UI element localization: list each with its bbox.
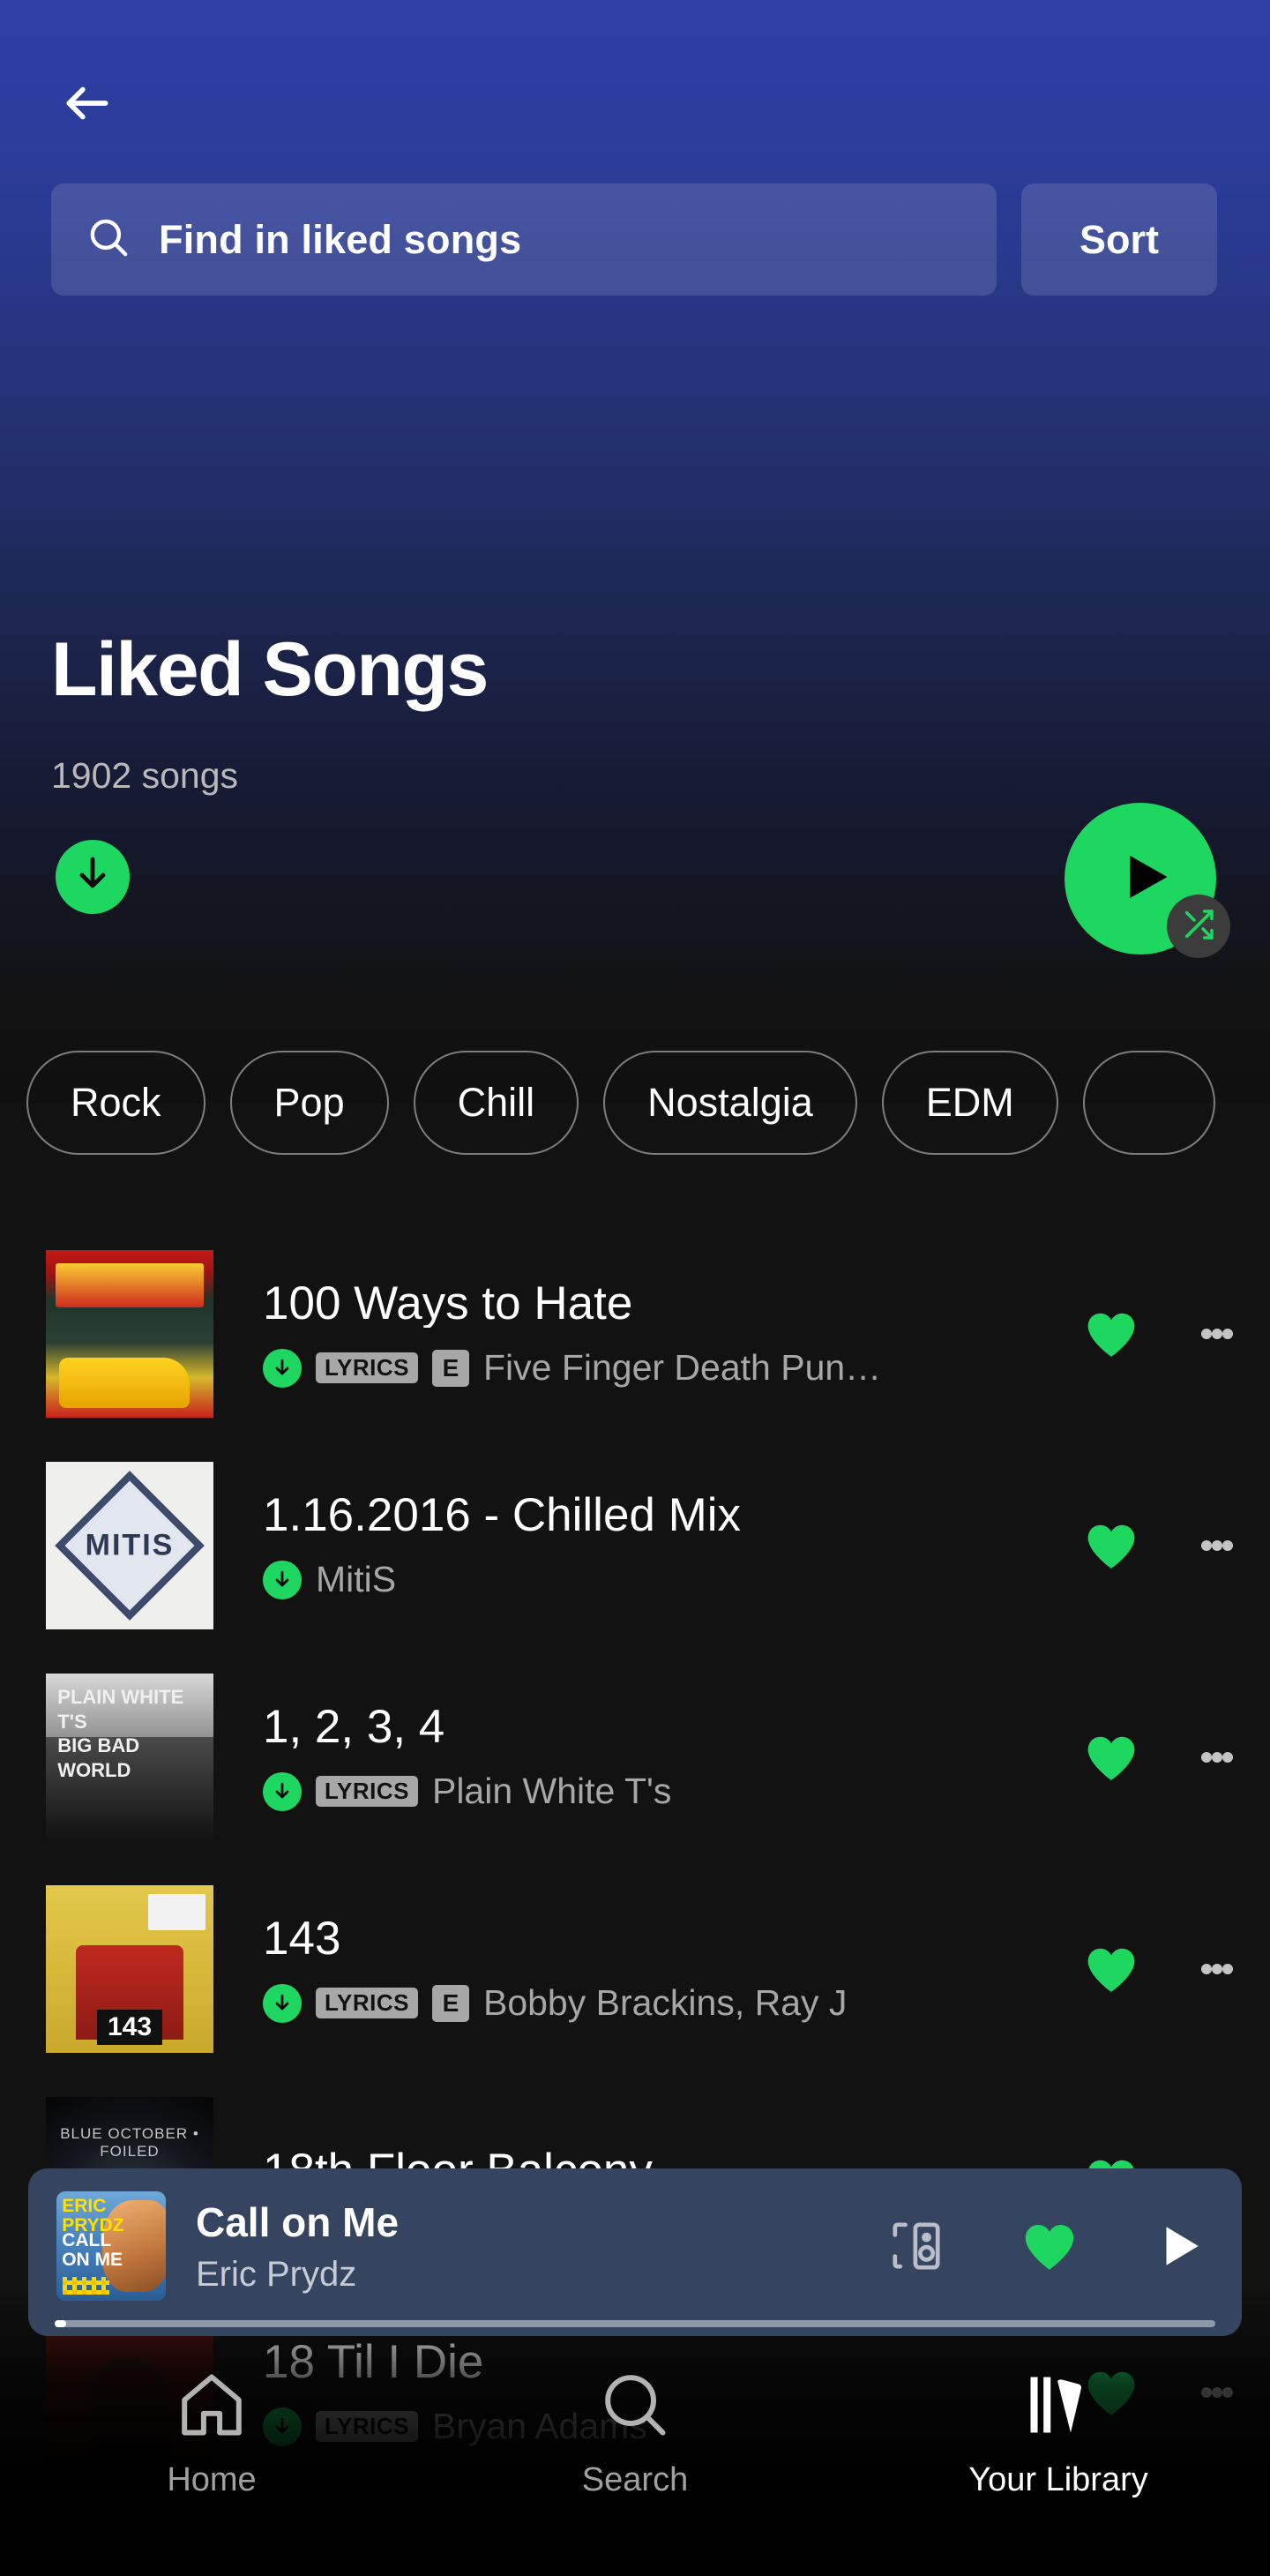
downloaded-icon <box>263 1348 302 1388</box>
now-playing-play-button[interactable] <box>1154 2218 1205 2274</box>
filter-chip-pop[interactable]: Pop <box>229 1051 389 1155</box>
track-subline: LYRICS E Five Finger Death Pun… <box>263 1347 1058 1389</box>
track-more-button[interactable] <box>1164 1323 1270 1344</box>
library-icon <box>1021 2368 1095 2442</box>
track-title: 100 Ways to Hate <box>263 1278 633 1329</box>
track-more-button[interactable] <box>1164 1535 1270 1556</box>
like-button[interactable] <box>1058 1732 1164 1783</box>
track-more-button[interactable] <box>1164 1747 1270 1768</box>
track-subline: LYRICS E Bobby Brackins, Ray J <box>263 1982 1058 2024</box>
home-icon <box>175 2368 249 2442</box>
shuffle-icon <box>1181 907 1216 947</box>
track-meta: 143 LYRICS E Bobby Brackins, Ray J <box>263 1914 1058 2025</box>
sort-button[interactable]: Sort <box>1021 183 1217 296</box>
shuffle-button[interactable] <box>1167 895 1230 958</box>
downloaded-icon <box>263 1560 302 1599</box>
nav-item-your-library[interactable]: Your Library <box>847 2368 1270 2499</box>
track-meta: 1, 2, 3, 4 LYRICS Plain White T's <box>263 1703 1058 1813</box>
like-button[interactable] <box>1058 1520 1164 1571</box>
track-row[interactable]: 143 143 LYRICS E Bobby Brackins, Ray J <box>0 1863 1270 2075</box>
nav-item-search[interactable]: Search <box>423 2368 847 2499</box>
bottom-navigation: Home Search Your Library <box>0 2345 1270 2576</box>
downloaded-icon <box>263 1771 302 1811</box>
track-meta: 100 Ways to Hate LYRICS E Five Finger Death… <box>263 1279 1058 1389</box>
filter-chip-rock[interactable]: Rock <box>26 1051 205 1155</box>
back-arrow-icon <box>60 76 115 131</box>
track-title: 1, 2, 3, 4 <box>263 1702 445 1752</box>
search-sort-row: Find in liked songs Sort <box>51 183 1217 296</box>
track-row[interactable]: MITIS 1.16.2016 - Chilled Mix MitiS <box>0 1440 1270 1651</box>
track-artist: Bobby Brackins, Ray J <box>482 1982 848 2024</box>
now-playing-bar[interactable]: ERIC PRYDZ CALL ON ME Call on Me Eric Pryd… <box>28 2168 1242 2336</box>
track-more-button[interactable] <box>1164 1958 1270 1980</box>
explicit-badge: E <box>431 1984 469 2022</box>
track-subline: MitiS <box>263 1559 1058 1600</box>
now-playing-progress-fill <box>55 2320 67 2327</box>
album-art: 143 <box>46 1885 213 2053</box>
nav-label-search: Search <box>581 2461 689 2498</box>
filter-chip-nostalgia[interactable]: Nostalgia <box>603 1051 857 1155</box>
track-artist: Five Finger Death Pun… <box>482 1347 882 1389</box>
track-subline: LYRICS Plain White T's <box>263 1771 1058 1812</box>
track-meta: 1.16.2016 - Chilled Mix MitiS <box>263 1491 1058 1601</box>
spotify-liked-songs-screen: Find in liked songs Sort Liked Songs 190… <box>0 0 1270 2576</box>
like-button[interactable] <box>1058 1308 1164 1359</box>
filter-chip-edm[interactable]: EDM <box>881 1051 1058 1155</box>
lyrics-badge: LYRICS <box>316 1776 418 1808</box>
back-button[interactable] <box>39 55 136 152</box>
sort-label: Sort <box>1080 216 1159 262</box>
search-placeholder: Find in liked songs <box>159 216 522 262</box>
track-row[interactable]: 100 Ways to Hate LYRICS E Five Finger Death… <box>0 1228 1270 1440</box>
now-playing-album-art: ERIC PRYDZ CALL ON ME <box>56 2191 166 2301</box>
download-icon <box>71 854 114 901</box>
search-icon <box>86 215 131 264</box>
song-count: 1902 songs <box>51 755 239 796</box>
devices-icon[interactable] <box>887 2217 945 2275</box>
page-title: Liked Songs <box>51 627 489 712</box>
album-art <box>46 1250 213 1418</box>
lyrics-badge: LYRICS <box>316 1352 418 1384</box>
filter-chip-partial[interactable] <box>1082 1051 1215 1155</box>
play-shuffle-group <box>1065 803 1230 958</box>
nav-label-home: Home <box>167 2461 257 2498</box>
search-icon <box>598 2368 672 2442</box>
downloaded-icon <box>263 1983 302 2023</box>
explicit-badge: E <box>431 1349 469 1387</box>
track-artist: MitiS <box>316 1559 397 1600</box>
search-input[interactable]: Find in liked songs <box>51 183 997 296</box>
like-button[interactable] <box>1058 1943 1164 1995</box>
now-playing-artist: Eric Prydz <box>196 2254 357 2294</box>
now-playing-like-icon[interactable] <box>997 2220 1102 2273</box>
track-title: 143 <box>263 1913 341 1964</box>
nav-label-your-library: Your Library <box>968 2461 1148 2498</box>
album-art: MITIS <box>46 1462 213 1629</box>
filter-chip-row[interactable]: Rock Pop Chill Nostalgia EDM <box>0 1047 1270 1158</box>
lyrics-badge: LYRICS <box>316 1988 418 2019</box>
now-playing-progress-bar[interactable] <box>55 2320 1215 2327</box>
track-row[interactable]: PLAIN WHITE T'S BIG BAD WORLD 1, 2, 3, 4 LY… <box>0 1651 1270 1863</box>
play-icon <box>1106 847 1175 911</box>
track-artist: Plain White T's <box>431 1771 672 1812</box>
filter-chip-chill[interactable]: Chill <box>413 1051 579 1155</box>
download-button[interactable] <box>56 840 130 914</box>
album-art: PLAIN WHITE T'S BIG BAD WORLD <box>46 1674 213 1841</box>
now-playing-title: Call on Me <box>196 2198 400 2245</box>
nav-item-home[interactable]: Home <box>0 2368 423 2499</box>
track-title: 1.16.2016 - Chilled Mix <box>263 1490 742 1540</box>
